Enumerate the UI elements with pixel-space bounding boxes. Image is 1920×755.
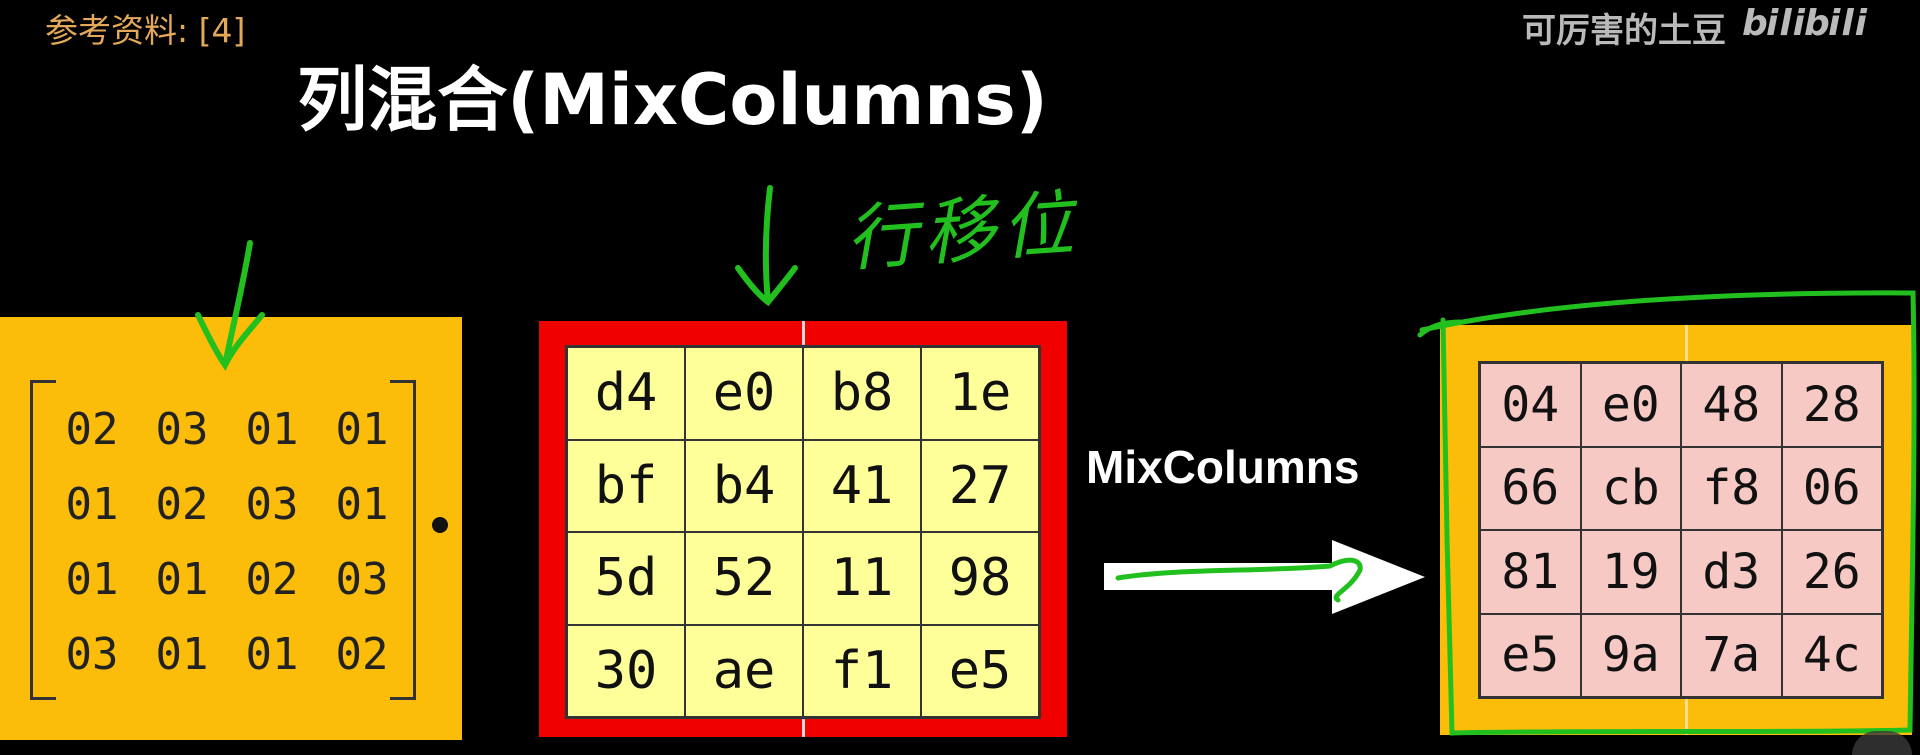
green-down-arrow-mid-icon [735,185,798,307]
annotation-overlay [195,185,1917,736]
green-box-annotation [1417,290,1917,736]
mixcolumns-arrow-icon [1104,540,1425,614]
green-down-arrow-left-icon [195,240,265,371]
